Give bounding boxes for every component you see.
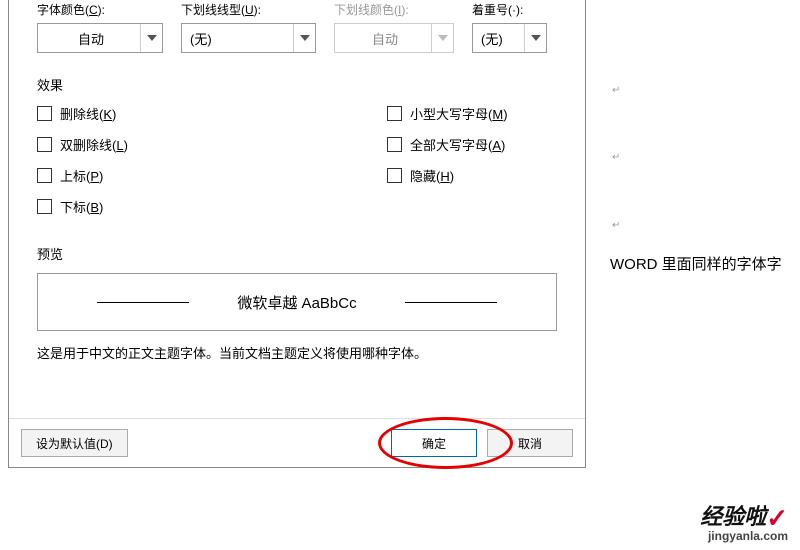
checkbox-box xyxy=(387,168,402,183)
cancel-button[interactable]: 取消 xyxy=(487,429,573,457)
chevron-down-icon xyxy=(140,24,162,52)
font-dialog: 字体颜色(C): 自动 下划线线型(U): (无) 下划线颜色(I): xyxy=(8,0,586,468)
checkbox-box xyxy=(37,106,52,121)
underline-style-combo[interactable]: (无) xyxy=(181,23,316,53)
checkmark-icon: ✓ xyxy=(766,505,788,531)
font-preview-box: 微软卓越 AaBbCc xyxy=(37,273,557,331)
preview-sample-text: 微软卓越 AaBbCc xyxy=(237,292,356,313)
set-default-button[interactable]: 设为默认值(D) xyxy=(21,429,128,457)
watermark: 经验啦✓ jingyanla.com xyxy=(700,502,788,542)
underline-style-field: 下划线线型(U): (无) xyxy=(181,1,316,53)
preview-underline-right xyxy=(405,302,497,303)
font-color-combo[interactable]: 自动 xyxy=(37,23,163,53)
underline-color-combo: 自动 xyxy=(334,23,454,53)
preview-description: 这是用于中文的正文主题字体。当前文档主题定义将使用哪种字体。 xyxy=(37,343,557,362)
dialog-footer: 设为默认值(D) 确定 取消 xyxy=(9,418,585,467)
font-options-row: 字体颜色(C): 自动 下划线线型(U): (无) 下划线颜色(I): xyxy=(37,1,557,53)
effects-section-label: 效果 xyxy=(37,75,557,94)
checkbox-box xyxy=(387,137,402,152)
ok-button[interactable]: 确定 xyxy=(391,429,477,457)
chevron-down-icon xyxy=(524,24,546,52)
checkbox-subscript[interactable]: 下标(B) xyxy=(37,197,387,216)
checkbox-all-caps[interactable]: 全部大写字母(A) xyxy=(387,135,508,154)
checkbox-double-strikethrough[interactable]: 双删除线(L) xyxy=(37,135,387,154)
preview-underline-left xyxy=(97,302,189,303)
paragraph-mark: ↵ xyxy=(612,220,618,226)
checkbox-box xyxy=(37,137,52,152)
checkbox-hidden[interactable]: 隐藏(H) xyxy=(387,166,508,185)
chevron-down-icon xyxy=(293,24,315,52)
checkbox-small-caps[interactable]: 小型大写字母(M) xyxy=(387,104,508,123)
emphasis-mark-combo[interactable]: (无) xyxy=(472,23,547,53)
effects-column-left: 删除线(K) 双删除线(L) 上标(P) 下标(B) xyxy=(37,104,387,216)
emphasis-mark-label: 着重号(·): xyxy=(472,1,547,18)
font-color-label: 字体颜色(C): xyxy=(37,1,163,18)
underline-color-field: 下划线颜色(I): 自动 xyxy=(334,1,454,53)
checkbox-box xyxy=(37,168,52,183)
effects-column-right: 小型大写字母(M) 全部大写字母(A) 隐藏(H) xyxy=(387,104,508,216)
paragraph-mark: ↵ xyxy=(612,152,618,158)
background-document-text: WORD 里面同样的字体字 xyxy=(610,253,782,274)
chevron-down-icon xyxy=(431,24,453,52)
checkbox-box xyxy=(37,199,52,214)
watermark-text: 经验啦 xyxy=(700,504,766,529)
dialog-body: 字体颜色(C): 自动 下划线线型(U): (无) 下划线颜色(I): xyxy=(9,0,585,418)
underline-color-label: 下划线颜色(I): xyxy=(334,1,454,18)
emphasis-mark-field: 着重号(·): (无) xyxy=(472,1,547,53)
checkbox-superscript[interactable]: 上标(P) xyxy=(37,166,387,185)
underline-style-label: 下划线线型(U): xyxy=(181,1,316,18)
checkbox-strikethrough[interactable]: 删除线(K) xyxy=(37,104,387,123)
effects-group: 删除线(K) 双删除线(L) 上标(P) 下标(B) 小型大 xyxy=(37,104,557,216)
font-color-field: 字体颜色(C): 自动 xyxy=(37,1,163,53)
paragraph-mark: ↵ xyxy=(612,85,618,91)
preview-section-label: 预览 xyxy=(37,244,557,263)
checkbox-box xyxy=(387,106,402,121)
